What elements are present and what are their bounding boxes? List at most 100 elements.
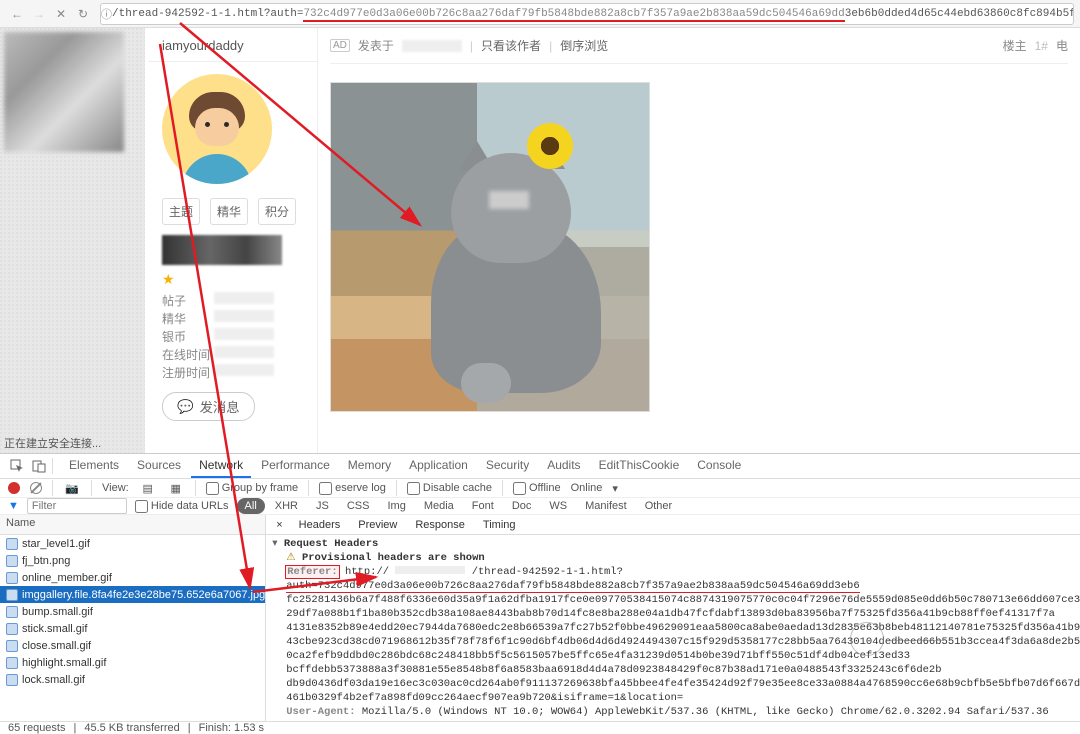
devtools-tab-network[interactable]: Network xyxy=(191,454,251,478)
request-name: close.small.gif xyxy=(22,640,91,652)
devtools-tab-editthiscookie[interactable]: EditThisCookie xyxy=(591,454,688,478)
filter-input[interactable] xyxy=(27,498,127,514)
page-background-gutter: 正在建立安全连接... xyxy=(0,28,145,453)
tab-digest[interactable]: 精华 xyxy=(210,198,248,225)
floor-label: 楼主 xyxy=(1003,37,1027,54)
response-tab-preview[interactable]: Preview xyxy=(350,517,405,533)
post-body: AD 发表于 | 只看该作者 | 倒序浏览 楼主 1# 电 xyxy=(318,28,1080,453)
request-row[interactable]: lock.small.gif xyxy=(0,671,265,688)
chevron-down-icon: ▾ xyxy=(612,482,618,495)
capture-screenshot-icon[interactable]: 📷 xyxy=(63,479,81,497)
devtools-tab-performance[interactable]: Performance xyxy=(253,454,338,478)
ad-icon: AD xyxy=(330,39,350,52)
file-icon xyxy=(6,657,18,669)
posted-date-blur xyxy=(402,40,462,52)
devtools-tab-application[interactable]: Application xyxy=(401,454,476,478)
filter-type-media[interactable]: Media xyxy=(416,498,462,514)
filter-type-doc[interactable]: Doc xyxy=(504,498,540,514)
devtools-tab-audits[interactable]: Audits xyxy=(539,454,588,478)
devtools-tab-sources[interactable]: Sources xyxy=(129,454,189,478)
devtools-tab-elements[interactable]: Elements xyxy=(61,454,127,478)
request-name: fj_btn.png xyxy=(22,555,70,567)
hide-data-urls-checkbox[interactable]: Hide data URLs xyxy=(135,500,229,513)
network-filter-bar: ▼ Hide data URLs AllXHRJSCSSImgMediaFont… xyxy=(0,498,1080,515)
request-name: imggallery.file.8fa4fe2e3e28be75.652e6a7… xyxy=(22,589,265,601)
author-stats: 帖子 精华 银币 在线时间 注册时间 xyxy=(162,292,317,382)
filter-type-js[interactable]: JS xyxy=(308,498,337,514)
star-icon: ★ xyxy=(162,271,317,288)
filter-type-manifest[interactable]: Manifest xyxy=(577,498,635,514)
author-avatar[interactable] xyxy=(162,74,272,184)
request-row[interactable]: highlight.small.gif xyxy=(0,654,265,671)
file-icon xyxy=(6,572,18,584)
rank-badge xyxy=(162,235,282,265)
file-icon xyxy=(6,674,18,686)
transferred-size: 45.5 KB transferred xyxy=(84,722,179,734)
filter-type-other[interactable]: Other xyxy=(637,498,681,514)
request-row[interactable]: fj_btn.png xyxy=(0,552,265,569)
reverse-browse-link[interactable]: 倒序浏览 xyxy=(560,37,608,54)
back-button[interactable]: ← xyxy=(6,3,28,25)
request-name: stick.small.gif xyxy=(22,623,87,635)
file-icon xyxy=(6,589,18,601)
online-dropdown[interactable]: Online xyxy=(571,482,603,494)
request-name: star_level1.gif xyxy=(22,538,90,550)
record-button[interactable] xyxy=(8,482,20,494)
browser-toolbar: ← → ✕ ↻ ⓘ /thread-942592-1-1.html?auth=7… xyxy=(0,0,1080,28)
request-name: lock.small.gif xyxy=(22,674,85,686)
filter-type-img[interactable]: Img xyxy=(379,498,413,514)
send-message-button[interactable]: 💬 发消息 xyxy=(162,392,255,421)
forward-button[interactable]: → xyxy=(28,3,50,25)
posted-at-label: 发表于 xyxy=(358,37,394,54)
request-name: highlight.small.gif xyxy=(22,657,106,669)
close-button[interactable]: ✕ xyxy=(50,3,72,25)
file-icon xyxy=(6,538,18,550)
requests-list: Name star_level1.gif fj_btn.png online_mem… xyxy=(0,515,266,721)
view-large-icon[interactable]: ▤ xyxy=(139,479,157,497)
filter-type-font[interactable]: Font xyxy=(464,498,502,514)
filter-icon[interactable]: ▼ xyxy=(8,500,19,512)
reload-button[interactable]: ↻ xyxy=(72,3,94,25)
blurred-thumbnail xyxy=(4,32,124,152)
only-author-link[interactable]: 只看该作者 xyxy=(481,37,541,54)
devtools-tab-security[interactable]: Security xyxy=(478,454,537,478)
phone-icon-label: 电 xyxy=(1056,37,1068,54)
requests-name-header[interactable]: Name xyxy=(0,515,265,535)
close-detail-button[interactable]: × xyxy=(270,519,288,531)
tab-points[interactable]: 积分 xyxy=(258,198,296,225)
tab-topics[interactable]: 主题 xyxy=(162,198,200,225)
device-toggle-icon[interactable] xyxy=(30,457,48,475)
author-username[interactable]: iamyourdaddy xyxy=(148,28,317,62)
request-row[interactable]: bump.small.gif xyxy=(0,603,265,620)
disable-cache-checkbox[interactable]: Disable cache xyxy=(407,482,492,495)
request-name: online_member.gif xyxy=(22,572,112,584)
request-row[interactable]: imggallery.file.8fa4fe2e3e28be75.652e6a7… xyxy=(0,586,265,603)
headers-content: ▾ Request Headers ⚠ Provisional headers … xyxy=(266,535,1080,721)
filter-type-xhr[interactable]: XHR xyxy=(267,498,306,514)
filter-type-ws[interactable]: WS xyxy=(541,498,575,514)
floor-anchor[interactable]: 1# xyxy=(1035,39,1048,53)
devtools-status-bar: 65 requests | 45.5 KB transferred | Fini… xyxy=(0,721,1080,734)
clear-button[interactable] xyxy=(30,482,42,494)
view-small-icon[interactable]: ▦ xyxy=(167,479,185,497)
post-image[interactable] xyxy=(330,82,650,412)
request-row[interactable]: online_member.gif xyxy=(0,569,265,586)
response-tab-timing[interactable]: Timing xyxy=(475,517,524,533)
filter-type-css[interactable]: CSS xyxy=(339,498,378,514)
offline-checkbox[interactable]: Offline xyxy=(513,482,561,495)
devtools-tab-console[interactable]: Console xyxy=(689,454,749,478)
inspect-element-icon[interactable] xyxy=(8,457,26,475)
request-row[interactable]: close.small.gif xyxy=(0,637,265,654)
preserve-log-checkbox[interactable]: eserve log xyxy=(319,482,386,495)
response-tab-response[interactable]: Response xyxy=(407,517,473,533)
chat-icon: 💬 xyxy=(177,399,194,415)
filter-type-all[interactable]: All xyxy=(237,498,265,514)
site-info-icon[interactable]: ⓘ xyxy=(101,6,112,22)
devtools-tab-memory[interactable]: Memory xyxy=(340,454,399,478)
group-by-frame-checkbox[interactable]: Group by frame xyxy=(206,482,298,495)
finish-time: Finish: 1.53 s xyxy=(199,722,264,734)
request-row[interactable]: star_level1.gif xyxy=(0,535,265,552)
address-bar[interactable]: ⓘ /thread-942592-1-1.html?auth=732c4d977… xyxy=(100,3,1074,25)
response-tab-headers[interactable]: Headers xyxy=(291,517,349,533)
request-row[interactable]: stick.small.gif xyxy=(0,620,265,637)
